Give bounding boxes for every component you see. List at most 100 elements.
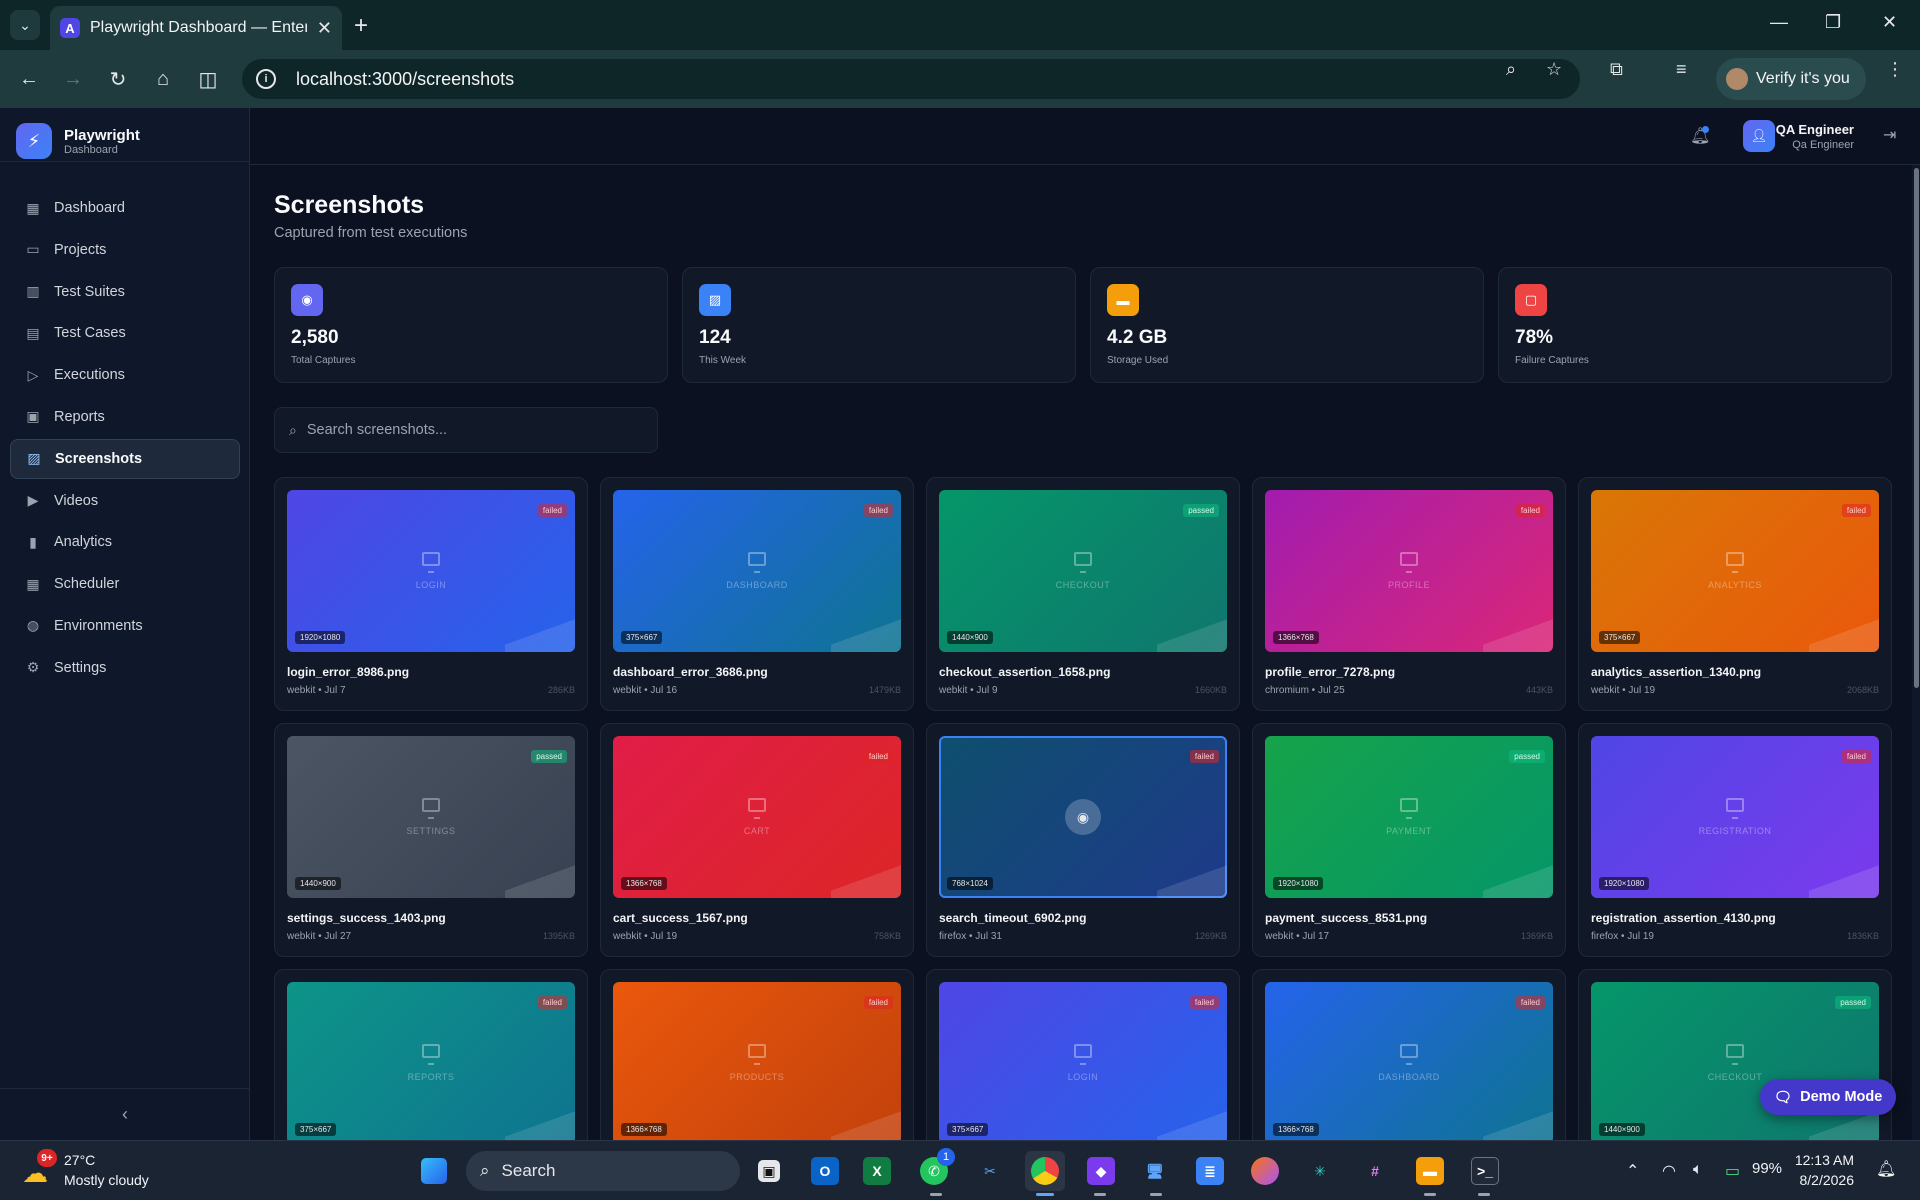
screenshot-thumbnail[interactable]: REPORTS failed 375×667 <box>287 982 575 1140</box>
copilot-icon[interactable]: ◆ <box>1081 1151 1121 1191</box>
notification-bell-icon[interactable]: 🔔︎ <box>1876 1159 1896 1179</box>
screenshot-thumbnail[interactable]: CHECKOUT passed 1440×900 <box>1591 982 1879 1140</box>
snipping-tool-icon[interactable]: ✂ <box>970 1151 1010 1191</box>
bookmark-star-icon[interactable]: ☆ <box>1546 59 1562 80</box>
tab-search-dropdown-icon[interactable]: ⌄ <box>10 10 40 40</box>
browser-menu-icon[interactable]: ⋮ <box>1886 59 1904 80</box>
back-icon[interactable]: ← <box>14 64 44 94</box>
notepad-icon[interactable]: ≣ <box>1190 1151 1230 1191</box>
clock-time[interactable]: 12:13 AM <box>1795 1152 1854 1168</box>
screenshot-card[interactable]: PAYMENT passed 1920×1080 payment_success_85… <box>1252 723 1566 957</box>
screenshot-filename[interactable]: cart_success_1567.png <box>613 911 748 925</box>
screenshot-filename[interactable]: profile_error_7278.png <box>1265 665 1395 679</box>
sidebar-item-screenshots[interactable]: ▨ Screenshots <box>10 438 240 479</box>
screenshot-card[interactable]: LOGIN failed 1920×1080 login_error_8986.png… <box>274 477 588 711</box>
screenshot-thumbnail[interactable]: REGISTRATION failed 1920×1080 <box>1591 736 1879 898</box>
sidebar-item-settings[interactable]: ⚙ Settings <box>10 648 240 688</box>
sidebar-item-executions[interactable]: ▷ Executions <box>10 355 240 395</box>
zoom-icon[interactable]: ⌕ <box>1506 59 1516 80</box>
weather-description[interactable]: Mostly cloudy <box>64 1172 149 1188</box>
weather-temperature[interactable]: 27°C <box>64 1152 95 1168</box>
minimize-icon[interactable]: — <box>1770 12 1788 33</box>
excel-icon[interactable]: X <box>857 1151 897 1191</box>
screenshot-thumbnail[interactable]: PROFILE failed 1366×768 <box>1265 490 1553 652</box>
logout-icon[interactable]: ⇥ <box>1883 125 1896 145</box>
screenshot-filename[interactable]: search_timeout_6902.png <box>939 911 1086 925</box>
screenshot-filename[interactable]: checkout_assertion_1658.png <box>939 665 1110 679</box>
volume-icon[interactable]: 🔈︎ <box>1693 1161 1703 1179</box>
task-view-icon[interactable]: ▣ <box>749 1151 789 1191</box>
screenshot-card[interactable]: PROFILE failed 1366×768 profile_error_7278.… <box>1252 477 1566 711</box>
demo-mode-button[interactable]: 🗨︎ Demo Mode <box>1760 1079 1896 1115</box>
perplexity-icon[interactable]: ✳ <box>1300 1151 1340 1191</box>
clock-date[interactable]: 8/2/2026 <box>1800 1172 1855 1188</box>
verify-profile-button[interactable]: Verify it's you <box>1716 58 1866 100</box>
terminal-icon[interactable]: >_ <box>1465 1151 1505 1191</box>
sidebar-item-videos[interactable]: ▶ Videos <box>10 481 240 521</box>
screenshot-card[interactable]: REGISTRATION failed 1920×1080 registration_… <box>1578 723 1892 957</box>
slack-icon[interactable]: # <box>1355 1151 1395 1191</box>
search-box[interactable]: ⌕ <box>274 407 658 453</box>
screenshot-thumbnail[interactable]: DASHBOARD failed 375×667 <box>613 490 901 652</box>
remote-desktop-icon[interactable]: 🖥︎ <box>1135 1151 1175 1191</box>
screenshot-card[interactable]: ◉ failed 768×1024 search_timeout_6902.png fi… <box>926 723 1240 957</box>
sidebar-item-reports[interactable]: ▣ Reports <box>10 397 240 437</box>
search-input[interactable] <box>306 422 627 438</box>
file-explorer-icon[interactable]: ▬ <box>1410 1151 1450 1191</box>
screenshot-thumbnail[interactable]: SETTINGS passed 1440×900 <box>287 736 575 898</box>
screenshot-filename[interactable]: registration_assertion_4130.png <box>1591 911 1776 925</box>
screenshot-thumbnail[interactable]: LOGIN failed 1920×1080 <box>287 490 575 652</box>
home-icon[interactable]: ⌂ <box>148 64 178 94</box>
sidebar-item-projects[interactable]: ▭ Projects <box>10 230 240 270</box>
screenshot-thumbnail[interactable]: PAYMENT passed 1920×1080 <box>1265 736 1553 898</box>
screenshot-filename[interactable]: settings_success_1403.png <box>287 911 446 925</box>
scrollbar-thumb[interactable] <box>1914 168 1919 688</box>
split-view-icon[interactable]: ◫ <box>193 64 223 94</box>
screenshot-filename[interactable]: analytics_assertion_1340.png <box>1591 665 1761 679</box>
sidebar-item-scheduler[interactable]: ▦ Scheduler <box>10 564 240 604</box>
screenshot-thumbnail[interactable]: PRODUCTS failed 1366×768 <box>613 982 901 1140</box>
close-window-icon[interactable]: ✕ <box>1882 12 1897 33</box>
screenshot-card[interactable]: ANALYTICS failed 375×667 analytics_assertio… <box>1578 477 1892 711</box>
chevron-up-icon[interactable]: ⌃ <box>1626 1161 1639 1181</box>
restore-icon[interactable]: ❐ <box>1825 12 1841 33</box>
screenshot-filename[interactable]: login_error_8986.png <box>287 665 409 679</box>
sidebar-item-test-suites[interactable]: ▥ Test Suites <box>10 272 240 312</box>
screenshot-card[interactable]: SETTINGS passed 1440×900 settings_success_1… <box>274 723 588 957</box>
screenshot-filename[interactable]: dashboard_error_3686.png <box>613 665 768 679</box>
media-control-icon[interactable]: ≡ <box>1676 59 1687 80</box>
taskbar-search[interactable]: ⌕ Search <box>466 1151 740 1191</box>
brand[interactable]: ⚡ Playwright Dashboard <box>16 123 140 159</box>
address-bar[interactable]: i localhost:3000/screenshots <box>242 59 1580 99</box>
reload-icon[interactable]: ↻ <box>103 64 133 94</box>
browser-tab-active[interactable]: A Playwright Dashboard — Enterprise ✕ <box>50 6 342 50</box>
user-avatar[interactable]: 👤︎ <box>1743 120 1775 152</box>
screenshot-thumbnail[interactable]: ANALYTICS failed 375×667 <box>1591 490 1879 652</box>
screenshot-card[interactable]: REPORTSfailed375×667reports_error_2291.p… <box>274 969 588 1140</box>
screenshot-card[interactable]: DASHBOARD failed 375×667 dashboard_error_36… <box>600 477 914 711</box>
screenshot-thumbnail[interactable]: CART failed 1366×768 <box>613 736 901 898</box>
start-windows-icon[interactable] <box>414 1151 454 1191</box>
screenshot-filename[interactable]: payment_success_8531.png <box>1265 911 1427 925</box>
screenshot-thumbnail[interactable]: CHECKOUT passed 1440×900 <box>939 490 1227 652</box>
extensions-icon[interactable]: ⧉ <box>1610 59 1623 80</box>
wifi-icon[interactable]: ◠ <box>1662 1161 1676 1181</box>
sidebar-item-test-cases[interactable]: ▤ Test Cases <box>10 313 240 353</box>
forward-icon[interactable]: → <box>58 64 88 94</box>
new-tab-icon[interactable]: + <box>354 12 368 40</box>
collapse-sidebar-button[interactable]: ‹ <box>0 1088 250 1140</box>
camera-icon[interactable]: ◉ <box>1065 799 1101 835</box>
screenshot-thumbnail[interactable]: LOGIN failed 375×667 <box>939 982 1227 1140</box>
battery-icon[interactable]: ▭ <box>1725 1161 1740 1181</box>
firefox-icon[interactable] <box>1245 1151 1285 1191</box>
screenshot-card[interactable]: PRODUCTSfailed1366×768products_error_551… <box>600 969 914 1140</box>
screenshot-card[interactable]: DASHBOARDfailed1366×768dashboard_timeout… <box>1252 969 1566 1140</box>
address-url[interactable]: localhost:3000/screenshots <box>296 69 514 90</box>
screenshot-card[interactable]: CART failed 1366×768 cart_success_1567.png w… <box>600 723 914 957</box>
screenshot-card[interactable]: LOGINfailed375×667login_assertion_3374.p… <box>926 969 1240 1140</box>
sidebar-item-environments[interactable]: ◍ Environments <box>10 606 240 646</box>
outlook-icon[interactable]: O <box>805 1151 845 1191</box>
screenshot-card[interactable]: CHECKOUT passed 1440×900 checkout_assertion… <box>926 477 1240 711</box>
sidebar-item-dashboard[interactable]: ▦ Dashboard <box>10 188 240 228</box>
sidebar-item-analytics[interactable]: ▮ Analytics <box>10 522 240 562</box>
